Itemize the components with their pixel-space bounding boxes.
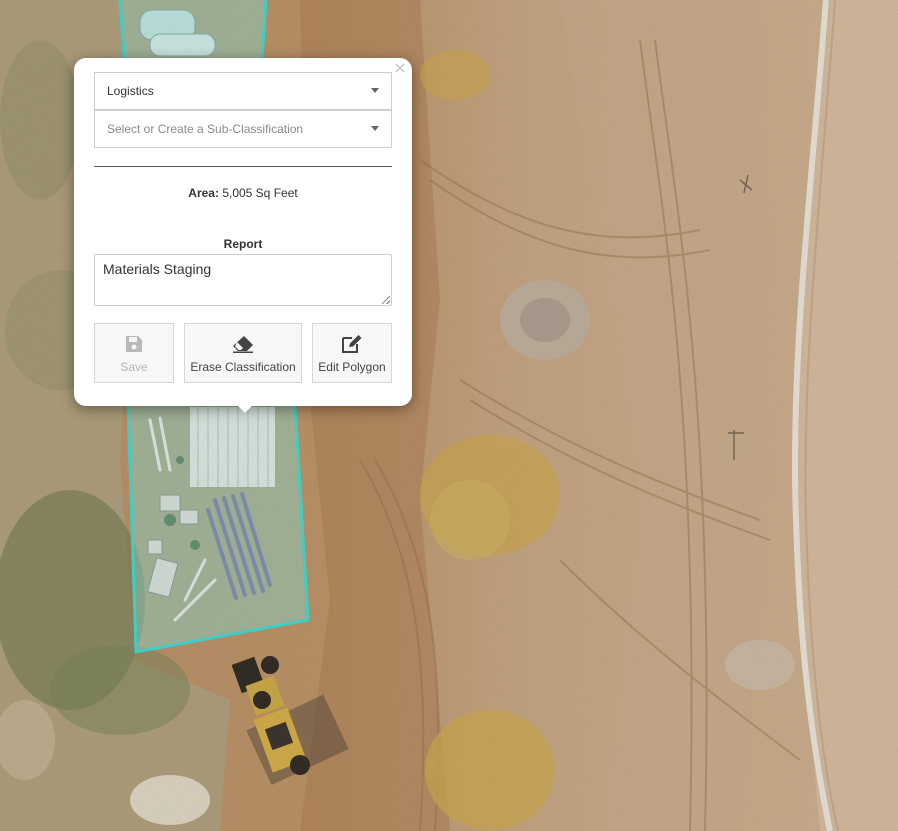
eraser-icon xyxy=(232,334,254,354)
erase-classification-button[interactable]: Erase Classification xyxy=(184,323,302,383)
action-buttons: Save Erase Classification Edit Polygon xyxy=(94,323,392,383)
erase-classification-label: Erase Classification xyxy=(190,360,296,374)
chevron-down-icon xyxy=(371,88,379,93)
area-label: Area: xyxy=(188,186,219,200)
report-label: Report xyxy=(223,237,263,251)
report-textarea[interactable]: Materials Staging xyxy=(94,254,392,306)
edit-polygon-button[interactable]: Edit Polygon xyxy=(312,323,392,383)
close-icon[interactable]: × xyxy=(393,60,407,76)
save-label: Save xyxy=(120,360,148,374)
area-readout: Area: 5,005 Sq Feet xyxy=(94,186,392,200)
classification-select-value: Logistics xyxy=(107,84,154,98)
resize-grip-icon[interactable] xyxy=(382,296,390,304)
floppy-disk-icon xyxy=(125,334,143,354)
area-value: 5,005 Sq Feet xyxy=(222,186,298,200)
sub-classification-select[interactable]: Select or Create a Sub-Classification xyxy=(94,110,392,148)
divider xyxy=(94,166,392,167)
sub-classification-placeholder: Select or Create a Sub-Classification xyxy=(107,122,304,136)
classification-select[interactable]: Logistics xyxy=(94,72,392,110)
classification-popup: × Logistics Select or Create a Sub-Class… xyxy=(74,58,412,406)
chevron-down-icon xyxy=(371,126,379,131)
popup-pointer xyxy=(235,404,255,416)
save-button[interactable]: Save xyxy=(94,323,174,383)
pencil-square-icon xyxy=(341,334,363,354)
edit-polygon-label: Edit Polygon xyxy=(318,360,386,374)
